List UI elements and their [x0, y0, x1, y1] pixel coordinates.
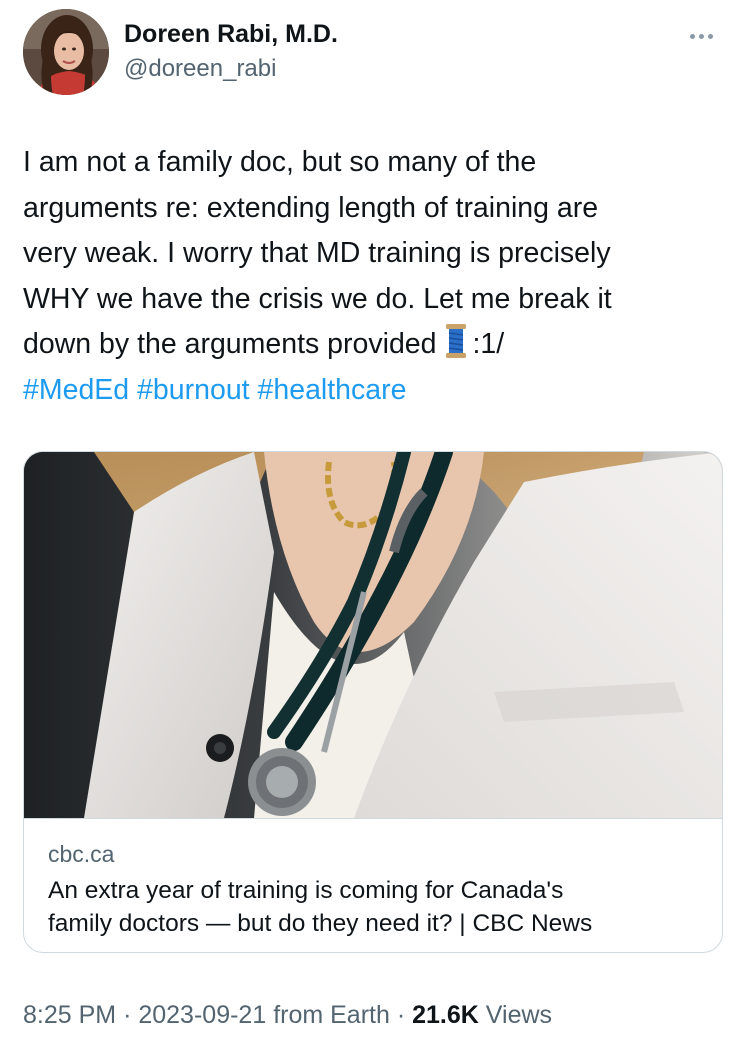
card-meta[interactable]: cbc.ca An extra year of training is comi… [24, 818, 722, 952]
author-avatar[interactable] [23, 9, 109, 95]
hashtag-meded[interactable]: #MedEd [23, 374, 129, 406]
author-handle[interactable]: @doreen_rabi [124, 55, 276, 83]
separator: · [123, 1001, 132, 1029]
hashtag-line: #MedEd #burnout #healthcare [23, 368, 723, 414]
hashtag-healthcare[interactable]: #healthcare [258, 374, 407, 406]
hashtag-burnout[interactable]: #burnout [137, 374, 250, 406]
thread-marker: :1/ [472, 328, 505, 360]
doctor-with-stethoscope-photo [24, 452, 722, 818]
more-dot-icon [698, 33, 704, 39]
more-options-button[interactable] [678, 22, 724, 50]
tweet-time[interactable]: 8:25 PM [23, 1001, 116, 1029]
separator: · [396, 1001, 406, 1029]
spool-of-thread-icon [445, 324, 467, 358]
link-preview-card[interactable]: cbc.ca An extra year of training is comi… [23, 451, 723, 953]
card-title: An extra year of training is coming for … [48, 874, 708, 940]
card-title-line: An extra year of training is coming for … [48, 877, 564, 904]
tweet-line: I am not a family doc, but so many of th… [23, 146, 537, 178]
tweet-line-last: down by the arguments provided :1/ [23, 322, 723, 368]
tweet-line: very weak. I worry that MD training is p… [23, 237, 611, 269]
tweet-text: I am not a family doc, but so many of th… [23, 140, 723, 413]
more-dot-icon [707, 33, 713, 39]
author-name[interactable]: Doreen Rabi, M.D. [124, 20, 338, 48]
views-count[interactable]: 21.6K [412, 1001, 479, 1029]
tweet-meta: 8:25 PM · 2023-09-21 from Earth · 21.6K … [23, 999, 552, 1031]
tweet: Doreen Rabi, M.D. @doreen_rabi I am not … [0, 0, 748, 1050]
tweet-source: from Earth [273, 1001, 390, 1029]
tweet-line: WHY we have the crisis we do. Let me bre… [23, 282, 612, 315]
more-dot-icon [689, 33, 695, 39]
views-label: Views [485, 1001, 553, 1029]
tweet-line: arguments re: extending length of traini… [23, 191, 599, 224]
card-domain: cbc.ca [48, 841, 115, 867]
avatar-photo [23, 9, 109, 95]
tweet-line: down by the arguments provided [23, 328, 437, 360]
card-title-line: family doctors — but do they need it? | … [48, 910, 593, 937]
card-image[interactable] [24, 452, 722, 818]
tweet-date[interactable]: 2023-09-21 [138, 1001, 266, 1029]
